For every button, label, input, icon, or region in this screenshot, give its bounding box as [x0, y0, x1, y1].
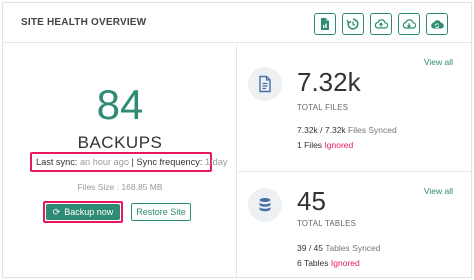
refresh-icon: ⟳: [52, 206, 61, 217]
tables-synced-ratio: 39 / 45: [297, 243, 323, 253]
restore-site-button[interactable]: Restore Site: [131, 203, 191, 221]
total-files-count: 7.32k: [297, 67, 361, 97]
tables-ignored-text: Ignored: [330, 258, 360, 268]
tables-ignored-count: 6: [297, 258, 302, 268]
panel-header: SITE HEALTH OVERVIEW: [3, 3, 471, 43]
restore-history-button[interactable]: [342, 13, 364, 35]
cloud-download-button[interactable]: [398, 13, 420, 35]
document-icon: [259, 75, 271, 93]
tables-icon-circle: [248, 188, 282, 222]
last-sync-value: an hour ago: [79, 157, 129, 167]
files-view-all-link[interactable]: View all: [424, 57, 453, 67]
files-stat: View all 7.32k TOTAL FILES 7.32k / 7.32k…: [238, 44, 471, 172]
tables-synced-text: Tables Synced: [325, 243, 381, 253]
last-sync-label: Last sync:: [36, 157, 78, 167]
files-ignored-count: 1: [297, 140, 302, 150]
cloud-upload-button[interactable]: [370, 13, 392, 35]
cloud-sync-button[interactable]: [426, 13, 448, 35]
site-health-panel: SITE HEALTH OVERVIEW 84 BACKUPS Last syn…: [2, 2, 472, 278]
total-tables-label: TOTAL TABLES: [297, 219, 357, 228]
files-ignored-files-text: Files: [304, 140, 323, 150]
backup-now-highlight: ⟳ Backup now: [43, 201, 123, 223]
backup-now-button[interactable]: ⟳ Backup now: [46, 204, 120, 220]
backups-summary: 84 BACKUPS Last sync: an hour ago | Sync…: [3, 44, 237, 277]
tables-stat: View all 45 TOTAL TABLES 39 / 45 Tables …: [238, 173, 471, 277]
panel-title: SITE HEALTH OVERVIEW: [21, 17, 147, 28]
backups-label: BACKUPS: [77, 133, 163, 152]
tables-view-all-link[interactable]: View all: [424, 186, 453, 196]
database-icon: [259, 198, 271, 212]
total-files-label: TOTAL FILES: [297, 103, 349, 112]
files-ignored-line: 1 Files Ignored: [297, 140, 353, 150]
cloud-upload-icon: [374, 19, 388, 29]
file-report-icon: [321, 18, 329, 30]
cloud-sync-icon: [431, 20, 444, 29]
restore-site-label: Restore Site: [136, 207, 186, 217]
sync-frequency-value: 1/day: [204, 157, 228, 167]
files-synced-line: 7.32k / 7.32k Files Synced: [297, 125, 397, 135]
tables-ignored-line: 6 Tables Ignored: [297, 258, 360, 268]
files-icon-circle: [248, 67, 282, 101]
backup-now-label: Backup now: [64, 207, 114, 217]
files-synced-text: Files Synced: [348, 125, 397, 135]
total-tables-count: 45: [297, 186, 326, 216]
report-button[interactable]: [314, 13, 336, 35]
sync-info: Last sync: an hour ago | Sync frequency:…: [30, 152, 227, 172]
files-ignored-text: Ignored: [324, 140, 354, 150]
sync-separator: |: [131, 157, 134, 167]
restore-icon: [346, 18, 359, 30]
files-synced-ratio: 7.32k / 7.32k: [297, 125, 346, 135]
tables-ignored-tables-text: Tables: [303, 258, 329, 268]
cloud-download-icon: [402, 19, 416, 29]
tables-synced-line: 39 / 45 Tables Synced: [297, 243, 381, 253]
sync-frequency-label: Sync frequency:: [136, 157, 203, 167]
files-size: Files Size : 168.85 MB: [77, 182, 163, 192]
backup-count: 84: [96, 81, 144, 128]
